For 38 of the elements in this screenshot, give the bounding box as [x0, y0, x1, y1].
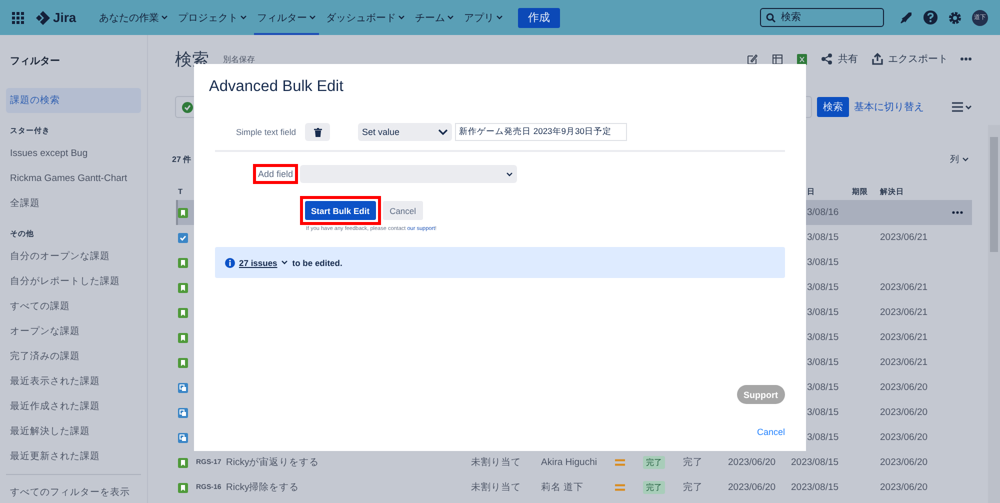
- table-cell-text: 3/08/16: [806, 207, 840, 218]
- table-cell: 2023/06/21: [880, 357, 928, 368]
- table-cell: 2023/06/20: [880, 407, 928, 418]
- table-cell-text: 完了: [683, 481, 704, 494]
- table-cell-text: 2023/06/20: [728, 482, 777, 493]
- table-cell: 2023/06/21: [880, 332, 928, 343]
- table-cell-text: 完了: [683, 456, 704, 469]
- table-cell-text: 3/08/15: [806, 407, 840, 418]
- sidebar-title: フィルター: [9, 55, 61, 69]
- status-badge: 完了: [643, 456, 665, 469]
- table-cell: 2023/06/20: [880, 382, 928, 393]
- table-cell-text: 3/08/15: [806, 257, 840, 268]
- dialog-title: Advanced Bulk Edit: [209, 78, 344, 97]
- table-cell-text: 2023/08/15: [791, 482, 840, 493]
- table-cell-text: 3/08/15: [806, 432, 840, 443]
- table-cell: 2023/06/20: [880, 432, 928, 443]
- table-cell-text: 2023/08/15: [791, 457, 840, 468]
- table-cell-text: 3/08/15: [806, 232, 840, 243]
- table-cell-text: Akira Higuchi: [541, 457, 598, 468]
- table-cell-text: 莉名 道下: [541, 481, 585, 494]
- issue-count: 27 件: [172, 154, 192, 165]
- add-field-label: Add field: [258, 169, 294, 179]
- table-cell: 2023/06/20: [880, 482, 928, 493]
- banner-text: to be edited.: [292, 258, 342, 268]
- table-cell: 2023/06/21: [880, 282, 928, 293]
- table-cell-text: 未割り当て: [471, 481, 522, 494]
- table-cell-text: 3/08/15: [806, 357, 840, 368]
- table-cell: 2023/06/21: [880, 307, 928, 318]
- status-badge: 完了: [643, 481, 665, 494]
- table-cell: 2023/06/21: [880, 232, 928, 243]
- table-cell-text: 2023/06/20: [728, 457, 777, 468]
- table-cell-text: 3/08/15: [806, 382, 840, 393]
- table-cell-text: 未割り当て: [471, 456, 522, 469]
- table-cell-text: 3/08/15: [806, 282, 840, 293]
- table-cell: 2023/06/20: [880, 457, 928, 468]
- table-cell-text: 3/08/15: [806, 307, 840, 318]
- table-cell-text: 3/08/15: [806, 332, 840, 343]
- field-label: Simple text field: [235, 127, 296, 137]
